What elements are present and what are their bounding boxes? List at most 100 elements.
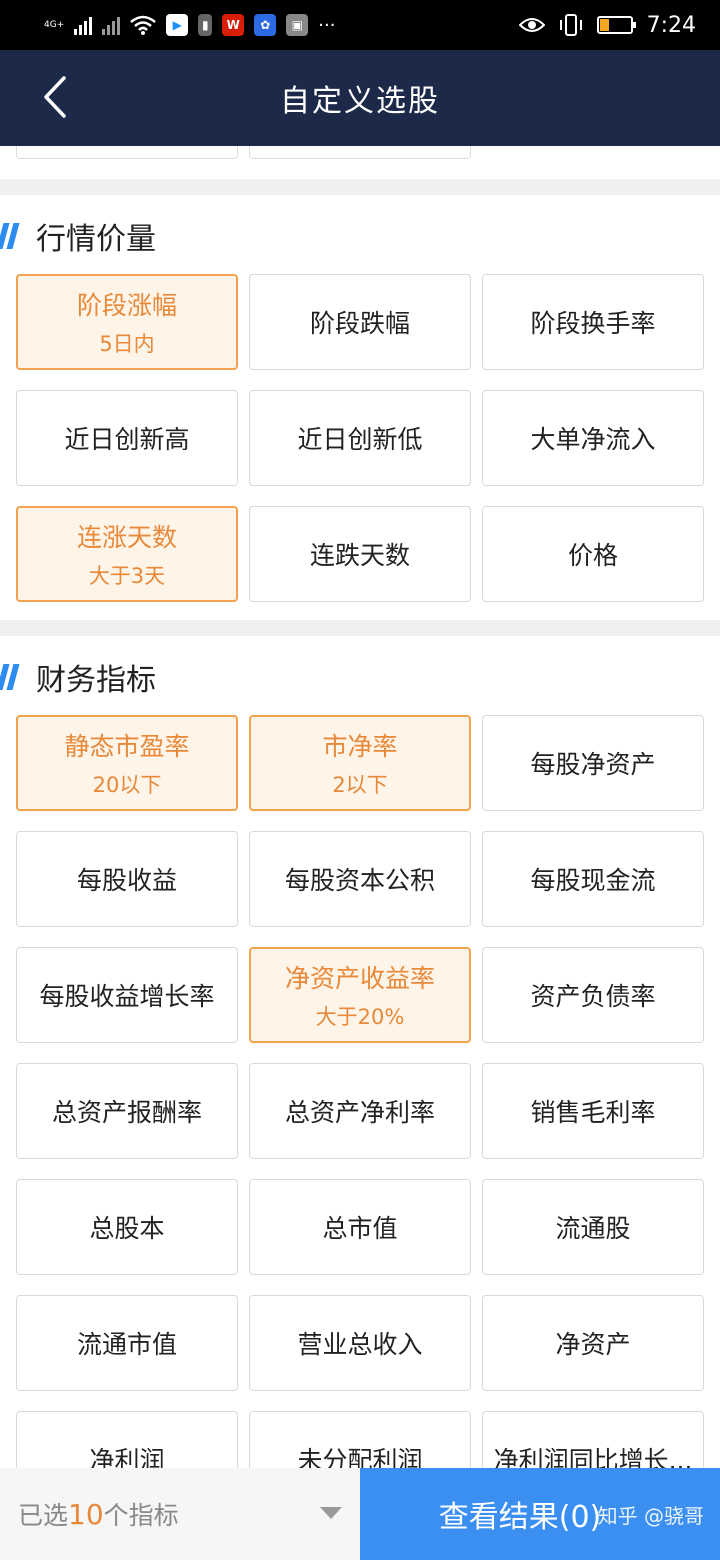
market-indicator-grid: 阶段涨幅 5日内 阶段跌幅 阶段换手率 近日创新高 近日创新低 大单净流入 连涨天数 大于3天连…: [16, 274, 704, 602]
indicator-option[interactable]: 总股本: [16, 1179, 238, 1275]
indicator-label: 总市值: [322, 1214, 398, 1243]
indicator-condition: 大于3天: [88, 564, 166, 588]
indicator-option[interactable]: 销售毛利率: [482, 1063, 704, 1159]
indicator-option[interactable]: 每股资本公积: [249, 831, 471, 927]
indicator-option[interactable]: 连跌天数: [249, 506, 471, 602]
indicator-condition: 大于20%: [315, 1005, 405, 1029]
indicator-option[interactable]: 近日创新低: [249, 390, 471, 486]
content-area[interactable]: 行情价量 阶段涨幅 5日内 阶段跌幅 阶段换手率近日创新高 近日创新低 大单净流入连涨天数…: [0, 146, 720, 1468]
indicator-label: 连跌天数: [309, 541, 410, 570]
indicator-option[interactable]: 近日创新高: [16, 390, 238, 486]
indicator-label: 净利润: [89, 1446, 165, 1468]
section-header-market: 行情价量: [0, 200, 720, 272]
indicator-option[interactable]: 净利润同比增长...: [482, 1411, 704, 1468]
selected-count: 10: [68, 1498, 104, 1531]
indicator-label: 每股现金流: [530, 866, 656, 895]
indicator-label: 净利润同比增长...: [493, 1446, 693, 1468]
indicator-option[interactable]: 总资产报酬率: [16, 1063, 238, 1159]
section-marker-icon: [0, 664, 20, 690]
indicator-option[interactable]: 净资产: [482, 1295, 704, 1391]
prev-cell-edge: [249, 146, 471, 159]
indicator-option[interactable]: 总资产净利率: [249, 1063, 471, 1159]
vibrate-icon: [559, 14, 582, 36]
indicator-label: 每股收益增长率: [39, 982, 215, 1011]
indicator-option[interactable]: 价格: [482, 506, 704, 602]
indicator-label: 总资产报酬率: [51, 1098, 202, 1127]
eye-icon: [518, 18, 545, 32]
indicator-label: 近日创新高: [64, 425, 190, 454]
indicator-option[interactable]: 流通市值: [16, 1295, 238, 1391]
indicator-option[interactable]: 净利润: [16, 1411, 238, 1468]
nav-bar: 自定义选股: [0, 50, 720, 146]
indicator-option[interactable]: 静态市盈率 20以下: [16, 715, 238, 811]
indicator-label: 阶段换手率: [530, 309, 656, 338]
prev-cell-edge: [16, 146, 238, 159]
indicator-label: 净资产收益率: [284, 964, 435, 993]
indicator-condition: 2以下: [332, 773, 388, 797]
indicator-label: 净资产: [555, 1330, 631, 1359]
wps-icon: W: [222, 14, 245, 36]
indicator-label: 总资产净利率: [284, 1098, 435, 1127]
indicator-option[interactable]: 流通股: [482, 1179, 704, 1275]
network-type: 4G+: [44, 20, 65, 30]
back-button[interactable]: [30, 72, 80, 122]
indicator-label: 流通股: [555, 1214, 631, 1243]
indicator-label: 近日创新低: [297, 425, 423, 454]
summary-suffix: 个指标: [103, 1501, 179, 1530]
indicator-label: 阶段涨幅: [76, 291, 177, 320]
indicator-option[interactable]: 阶段涨幅 5日内: [16, 274, 238, 370]
watermark: 知乎 @骁哥: [597, 1504, 704, 1528]
selected-summary[interactable]: 已选10个指标: [0, 1468, 360, 1560]
sim-icon: ▮: [198, 14, 213, 36]
summary-text: 已选10个指标: [18, 1496, 179, 1532]
indicator-label: 大单净流入: [530, 425, 656, 454]
section-divider: [0, 179, 720, 195]
battery-icon: [596, 16, 636, 34]
indicator-option[interactable]: 每股现金流: [482, 831, 704, 927]
indicator-label: 流通市值: [76, 1330, 177, 1359]
briefcase-icon: ▣: [286, 14, 309, 36]
indicator-label: 资产负债率: [530, 982, 656, 1011]
indicator-label: 市净率: [322, 732, 398, 761]
indicator-option[interactable]: 每股收益增长率: [16, 947, 238, 1043]
indicator-option[interactable]: 资产负债率: [482, 947, 704, 1043]
more-dots-icon: ···: [318, 14, 336, 36]
indicator-label: 未分配利润: [297, 1446, 423, 1468]
indicator-option[interactable]: 每股收益: [16, 831, 238, 927]
indicator-option[interactable]: 未分配利润: [249, 1411, 471, 1468]
section-divider: [0, 620, 720, 636]
indicator-option[interactable]: 总市值: [249, 1179, 471, 1275]
youku-icon: ▶: [166, 14, 189, 36]
indicator-label: 价格: [567, 541, 618, 570]
section-title: 行情价量: [36, 222, 156, 257]
indicator-option[interactable]: 每股净资产: [482, 715, 704, 811]
clock: 7:24: [646, 12, 696, 38]
chevron-left-icon: [44, 76, 66, 118]
dropdown-arrow-icon[interactable]: [320, 1507, 342, 1519]
previous-row-edge: [0, 146, 720, 160]
section-marker-icon: [0, 223, 20, 249]
signal-icon: [74, 15, 93, 35]
indicator-label: 每股资本公积: [284, 866, 435, 895]
indicator-option[interactable]: 营业总收入: [249, 1295, 471, 1391]
financial-indicator-grid: 静态市盈率 20以下 市净率 2以下 每股净资产每股收益 每股资本公积 每股现金流每股收益增…: [16, 715, 704, 1468]
indicator-condition: 5日内: [99, 332, 155, 356]
indicator-label: 阶段跌幅: [309, 309, 410, 338]
indicator-label: 总股本: [89, 1214, 165, 1243]
summary-prefix: 已选: [18, 1501, 69, 1530]
indicator-option[interactable]: 连涨天数大于3天: [16, 506, 238, 602]
indicator-option[interactable]: 阶段换手率: [482, 274, 704, 370]
indicator-option[interactable]: 大单净流入: [482, 390, 704, 486]
signal-2-icon: [102, 15, 121, 35]
indicator-label: 每股收益: [76, 866, 177, 895]
indicator-label: 连涨天数: [76, 523, 177, 552]
indicator-option[interactable]: 净资产收益率大于20%: [249, 947, 471, 1043]
indicator-label: 营业总收入: [297, 1330, 423, 1359]
indicator-option[interactable]: 阶段跌幅: [249, 274, 471, 370]
indicator-option[interactable]: 市净率 2以下: [249, 715, 471, 811]
indicator-label: 静态市盈率: [64, 732, 190, 761]
indicator-label: 每股净资产: [530, 750, 656, 779]
section-header-financial: 财务指标: [0, 641, 720, 713]
status-right: 7:24: [518, 12, 696, 38]
baidu-icon: ✿: [254, 14, 277, 36]
